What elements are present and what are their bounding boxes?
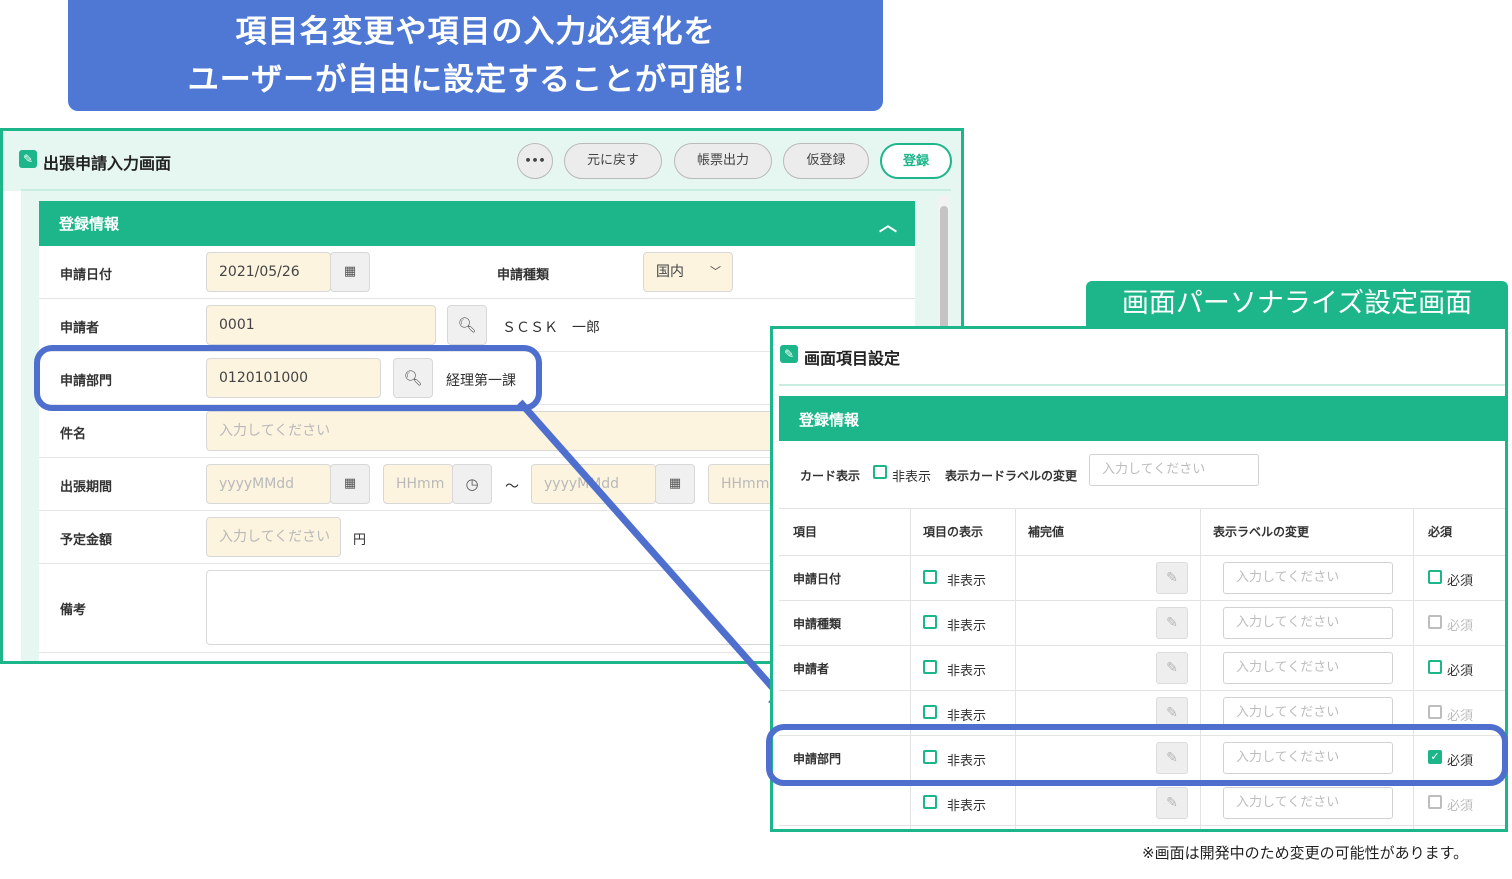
row-hide-checkbox[interactable] bbox=[923, 705, 937, 719]
row-required-label: 必須 bbox=[1447, 799, 1474, 814]
table-row: 申請種類 非表示 ✎ 入力してください 必須 bbox=[773, 601, 1505, 646]
row-item-label: 申請日付 bbox=[793, 572, 842, 586]
table-row: 非表示 ✎ 入力してください 必須 bbox=[773, 781, 1505, 826]
col-header-display: 項目の表示 bbox=[923, 525, 984, 539]
col-header-required: 必須 bbox=[1428, 525, 1453, 539]
row-hide-label: 非表示 bbox=[947, 799, 987, 814]
pencil-icon[interactable]: ✎ bbox=[1156, 607, 1188, 639]
section-header[interactable]: 登録情報 bbox=[779, 396, 1505, 441]
row-label-input[interactable]: 入力してください bbox=[1223, 607, 1393, 639]
table-row: 申請日付 非表示 ✎ 入力してください 必須 bbox=[773, 556, 1505, 601]
card-label-change-label: 表示カードラベルの変更 bbox=[945, 469, 1078, 483]
pencil-icon[interactable]: ✎ bbox=[1156, 652, 1188, 684]
section-title: 登録情報 bbox=[799, 411, 860, 429]
row-required-checkbox[interactable] bbox=[1428, 660, 1442, 674]
row-hide-label: 非表示 bbox=[947, 709, 987, 724]
card-hide-checkbox[interactable] bbox=[873, 465, 887, 479]
row-hide-label: 非表示 bbox=[947, 574, 987, 589]
row-hide-checkbox[interactable] bbox=[923, 615, 937, 629]
row-hide-label: 非表示 bbox=[947, 664, 987, 679]
header-divider bbox=[779, 384, 1505, 386]
row-label-input[interactable]: 入力してください bbox=[1223, 787, 1393, 819]
row-hide-checkbox[interactable] bbox=[923, 660, 937, 674]
pencil-icon[interactable]: ✎ bbox=[1156, 562, 1188, 594]
card-label-input[interactable]: 入力してください bbox=[1089, 454, 1259, 486]
row-item-label: 申請種類 bbox=[793, 617, 842, 631]
table-row: 申請者 非表示 ✎ 入力してください 必須 bbox=[773, 646, 1505, 691]
personalize-tab-label: 画面パーソナライズ設定画面 bbox=[1086, 281, 1508, 327]
card-display-label: カード表示 bbox=[800, 469, 861, 483]
row-hide-checkbox[interactable] bbox=[923, 795, 937, 809]
row-required-label: 必須 bbox=[1447, 619, 1474, 634]
footnote: ※画面は開発中のため変更の可能性があります。 bbox=[1142, 844, 1469, 862]
pencil-icon[interactable]: ✎ bbox=[1156, 787, 1188, 819]
dept-required-highlight bbox=[766, 724, 1508, 786]
personalize-title: 画面項目設定 bbox=[804, 349, 901, 368]
table-row-border bbox=[779, 825, 1505, 826]
col-header-item: 項目 bbox=[793, 525, 818, 539]
edit-icon: ✎ bbox=[780, 345, 798, 363]
row-required-label: 必須 bbox=[1447, 664, 1474, 679]
row-required-checkbox bbox=[1428, 795, 1442, 809]
row-label-input[interactable]: 入力してください bbox=[1223, 652, 1393, 684]
row-required-checkbox bbox=[1428, 615, 1442, 629]
row-required-label: 必須 bbox=[1447, 574, 1474, 589]
row-hide-label: 非表示 bbox=[947, 619, 987, 634]
row-required-checkbox bbox=[1428, 705, 1442, 719]
col-header-label-change: 表示ラベルの変更 bbox=[1213, 525, 1310, 539]
card-hide-label: 非表示 bbox=[892, 470, 932, 485]
arrow-line bbox=[517, 399, 783, 699]
table-top-border bbox=[779, 508, 1505, 509]
row-label-input[interactable]: 入力してください bbox=[1223, 562, 1393, 594]
row-required-label: 必須 bbox=[1447, 709, 1474, 724]
row-required-checkbox[interactable] bbox=[1428, 570, 1442, 584]
row-item-label: 申請者 bbox=[793, 662, 830, 676]
col-header-complement: 補完値 bbox=[1028, 525, 1065, 539]
row-hide-checkbox[interactable] bbox=[923, 570, 937, 584]
